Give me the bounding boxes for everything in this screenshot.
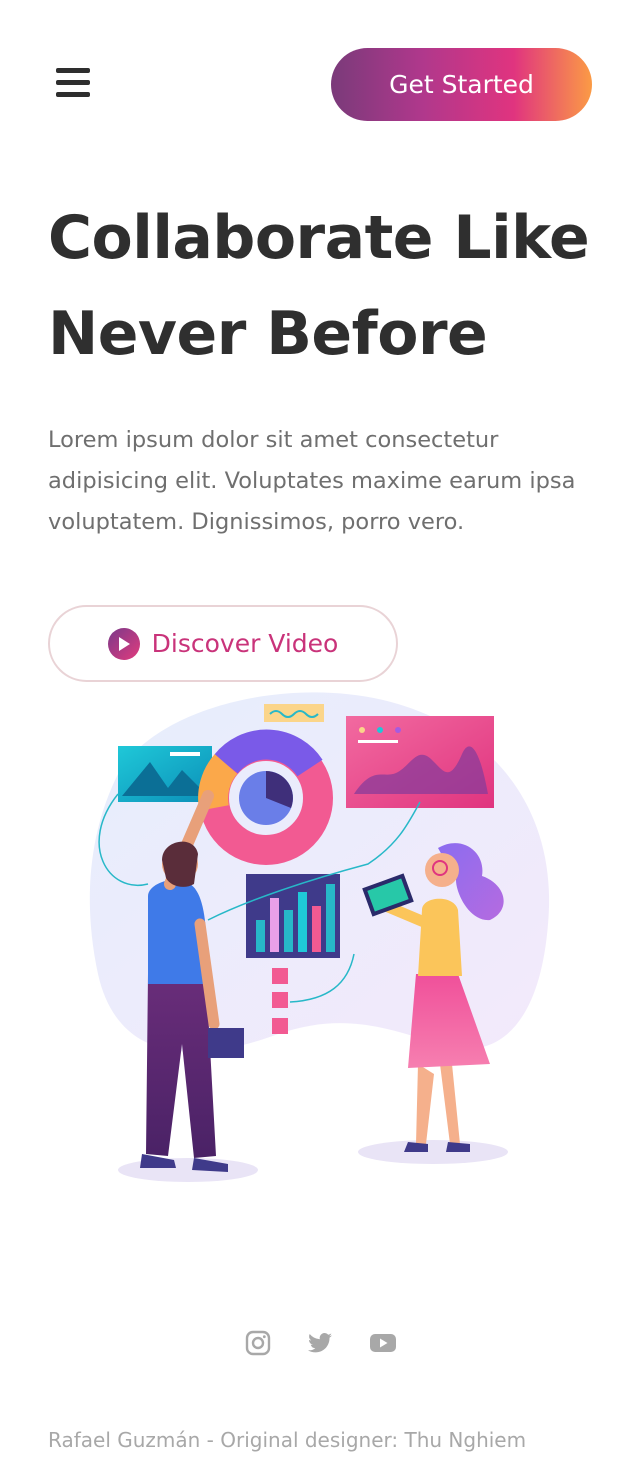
checkbox	[272, 968, 288, 984]
checkbox	[272, 992, 288, 1008]
twitter-icon[interactable]	[307, 1330, 333, 1356]
man-hair	[162, 841, 198, 887]
discover-video-label: Discover Video	[151, 629, 339, 658]
man-tablet	[208, 1028, 244, 1058]
area-chart-dot	[395, 727, 401, 733]
get-started-button[interactable]: Get Started	[331, 48, 592, 121]
social-links	[0, 1330, 640, 1356]
man-shadow	[118, 1158, 258, 1182]
man-shoe	[140, 1154, 176, 1168]
woman-torso	[418, 898, 462, 976]
bar-chart-bar	[284, 910, 293, 952]
area-chart-label	[358, 740, 398, 743]
area-chart-dot	[377, 727, 383, 733]
donut-segment-orange	[198, 754, 238, 811]
woman-head	[425, 853, 459, 887]
bar-chart-bar	[326, 884, 335, 952]
bar-chart-bar	[256, 920, 265, 952]
area-chart-dot	[359, 727, 365, 733]
hero-title: Collaborate Like Never Before	[48, 203, 590, 369]
footer-credit: Rafael Guzmán - Original designer: Thu N…	[48, 1428, 527, 1452]
play-circle-icon	[107, 627, 140, 660]
collaboration-illustration	[89, 692, 550, 1182]
bar-chart-bar	[312, 906, 321, 952]
hero-description: Lorem ipsum dolor sit amet consectetur a…	[48, 427, 576, 535]
menu-bar	[56, 80, 90, 85]
hamburger-menu-icon[interactable]	[56, 68, 90, 100]
menu-bar	[56, 68, 90, 73]
bar-chart-bar	[270, 898, 279, 952]
woman-shadow	[358, 1140, 508, 1164]
checkbox	[272, 1018, 288, 1034]
discover-video-button[interactable]: Discover Video	[48, 605, 398, 682]
menu-bar	[56, 92, 90, 97]
woman-legs	[416, 1064, 460, 1144]
youtube-icon[interactable]	[369, 1330, 396, 1356]
landscape-label	[170, 752, 200, 756]
instagram-icon[interactable]	[245, 1330, 271, 1356]
bar-chart-bar	[298, 892, 307, 952]
